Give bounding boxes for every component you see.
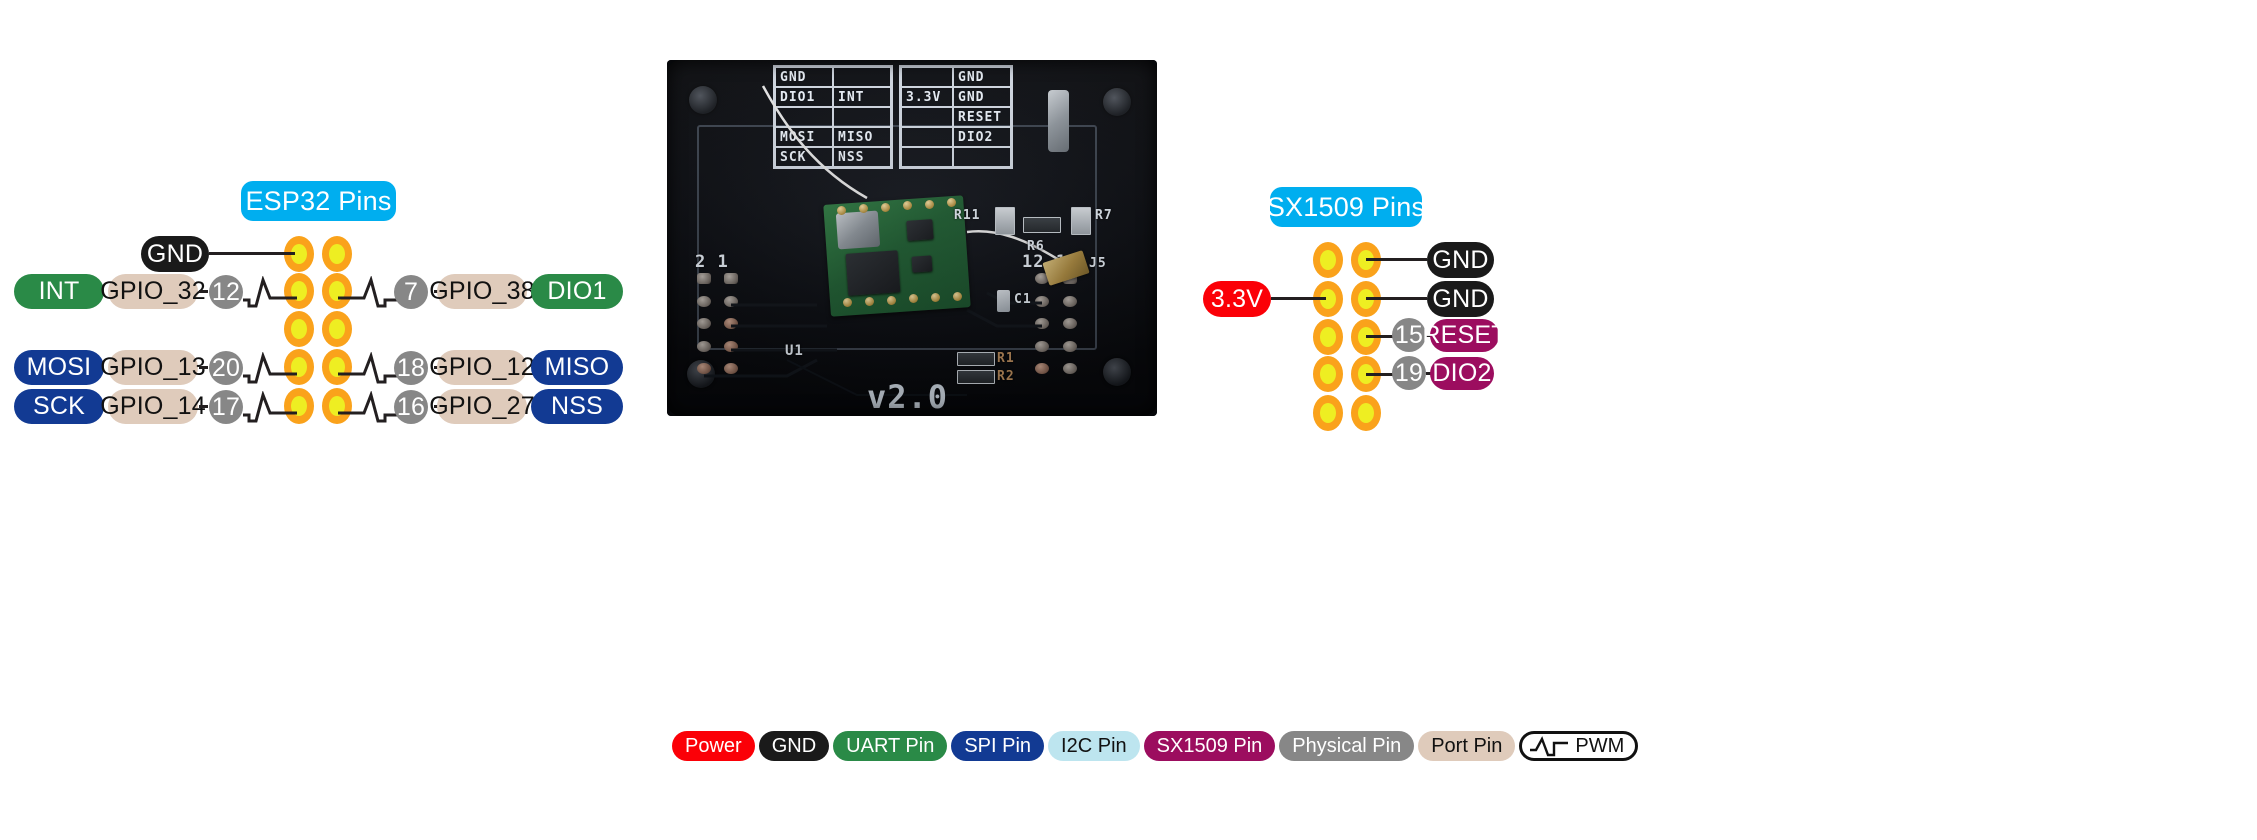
sx1509-row4-function-dio2: DIO2 <box>1430 357 1494 390</box>
esp32-row5-dash-left <box>199 405 208 408</box>
esp32-row2-physical-12: 12 <box>209 275 243 309</box>
esp32-row4-physical-20: 20 <box>209 351 243 385</box>
legend-item-physical-pin: Physical Pin <box>1279 731 1415 761</box>
esp32-row1-wire <box>209 252 295 255</box>
legend: Power GND UART Pin SPI Pin I2C Pin SX150… <box>672 728 1639 764</box>
esp32-row2-function-int: INT <box>14 274 104 309</box>
esp32-pad-r3-c2 <box>322 311 352 347</box>
legend-item-i2c-pin: I2C Pin <box>1048 731 1140 761</box>
sx1509-row3-function-reset: RESET <box>1422 319 1506 352</box>
sx1509-pad-r5-c2 <box>1351 395 1381 431</box>
legend-item-pwm: PWM <box>1519 731 1639 761</box>
legend-item-port-pin: Port Pin <box>1418 731 1516 761</box>
legend-item-spi-pin: SPI Pin <box>951 731 1045 761</box>
esp32-row4-pwm-left-icon <box>243 352 297 384</box>
esp32-row4-dash-left <box>199 366 208 369</box>
sx1509-row4-physical-19: 19 <box>1392 356 1426 390</box>
pcb-photo: GND DIO1 INT MOSI MISO SCK NSS GND 3.3V … <box>667 60 1157 416</box>
sx1509-row2-function-3v3: 3.3V <box>1203 281 1271 317</box>
sx1509-row4-wire <box>1366 373 1393 376</box>
esp32-row4-function-mosi: MOSI <box>14 350 104 385</box>
sx1509-row2-wire-left <box>1271 297 1326 300</box>
esp32-row5-function-sck: SCK <box>14 389 104 424</box>
esp32-row2-physical-7: 7 <box>394 275 428 309</box>
legend-item-uart-pin: UART Pin <box>833 731 948 761</box>
pcb-edge-shadow <box>667 60 1157 416</box>
legend-item-sx1509-pin: SX1509 Pin <box>1143 731 1276 761</box>
sx1509-pad-r1-c1 <box>1313 242 1343 278</box>
legend-item-power: Power <box>672 731 755 761</box>
sx1509-row3-wire <box>1366 335 1393 338</box>
esp32-row5-port-gpio27: GPIO_27 <box>429 389 535 424</box>
esp32-row5-pwm-left-icon <box>243 391 297 423</box>
esp32-pins-header: ESP32 Pins <box>241 181 396 221</box>
esp32-row2-function-dio1: DIO1 <box>531 274 623 309</box>
esp32-row4-function-miso: MISO <box>531 350 623 385</box>
esp32-row4-port-gpio13: GPIO_13 <box>100 350 206 385</box>
esp32-pad-r3-c1 <box>284 311 314 347</box>
esp32-pad-r1-c2 <box>322 236 352 272</box>
esp32-row1-function-gnd: GND <box>141 236 209 272</box>
sx1509-row1-wire <box>1366 258 1427 261</box>
esp32-row5-physical-17: 17 <box>209 390 243 424</box>
esp32-row2-port-gpio38: GPIO_38 <box>429 274 535 309</box>
esp32-row2-port-gpio32: GPIO_32 <box>100 274 206 309</box>
esp32-row5-physical-16: 16 <box>394 390 428 424</box>
sx1509-pad-r3-c1 <box>1313 319 1343 355</box>
esp32-row2-dash-left <box>199 290 208 293</box>
esp32-row4-physical-18: 18 <box>394 351 428 385</box>
esp32-row2-pwm-left-icon <box>243 276 297 308</box>
sx1509-row3-physical-15: 15 <box>1392 318 1426 352</box>
pinout-diagram: ESP32 Pins GND INT GPIO_32 12 7 GPIO_38 … <box>0 0 2257 840</box>
esp32-row5-port-gpio14: GPIO_14 <box>100 389 206 424</box>
sx1509-pad-r4-c1 <box>1313 356 1343 392</box>
sx1509-pins-header: SX1509 Pins <box>1267 187 1425 227</box>
legend-pwm-label: PWM <box>1575 734 1625 757</box>
esp32-row5-function-nss: NSS <box>531 389 623 424</box>
legend-item-gnd: GND <box>758 731 830 761</box>
pwm-wave-icon <box>1529 735 1569 757</box>
sx1509-pad-r5-c1 <box>1313 395 1343 431</box>
esp32-row4-port-gpio12: GPIO_12 <box>429 350 535 385</box>
sx1509-row1-function-gnd: GND <box>1427 242 1494 278</box>
sx1509-row2-function-gnd: GND <box>1427 281 1494 317</box>
sx1509-row2-wire-right <box>1366 297 1427 300</box>
